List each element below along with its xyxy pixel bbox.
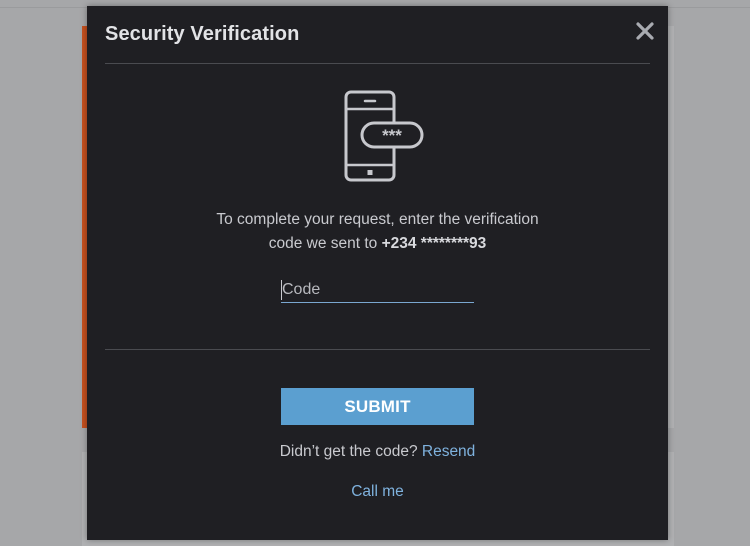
- message-line-2: code we sent to +234 ********93: [87, 232, 668, 256]
- phone-password-icon: ***: [344, 90, 424, 182]
- resend-link[interactable]: Resend: [422, 443, 475, 460]
- close-button[interactable]: [632, 18, 658, 44]
- message-line-1: To complete your request, enter the veri…: [216, 211, 539, 228]
- verification-code-input[interactable]: [281, 277, 474, 303]
- header-divider: [105, 63, 650, 64]
- text-cursor: [281, 280, 282, 300]
- resend-row: Didn’t get the code? Resend: [87, 443, 668, 461]
- content-divider: [105, 349, 650, 350]
- password-mask-text: ***: [382, 126, 402, 145]
- verification-message: To complete your request, enter the veri…: [87, 208, 668, 256]
- call-me-row: Call me: [87, 483, 668, 501]
- security-verification-dialog: Security Verification *** To complete yo…: [87, 6, 668, 540]
- resend-prompt: Didn’t get the code?: [279, 443, 418, 460]
- masked-phone-number: +234 ********93: [381, 235, 487, 252]
- message-line-2-prefix: code we sent to: [268, 235, 382, 252]
- dialog-title: Security Verification: [105, 23, 300, 45]
- call-me-link[interactable]: Call me: [351, 483, 404, 500]
- submit-button[interactable]: SUBMIT: [281, 388, 474, 425]
- close-icon: [636, 22, 654, 40]
